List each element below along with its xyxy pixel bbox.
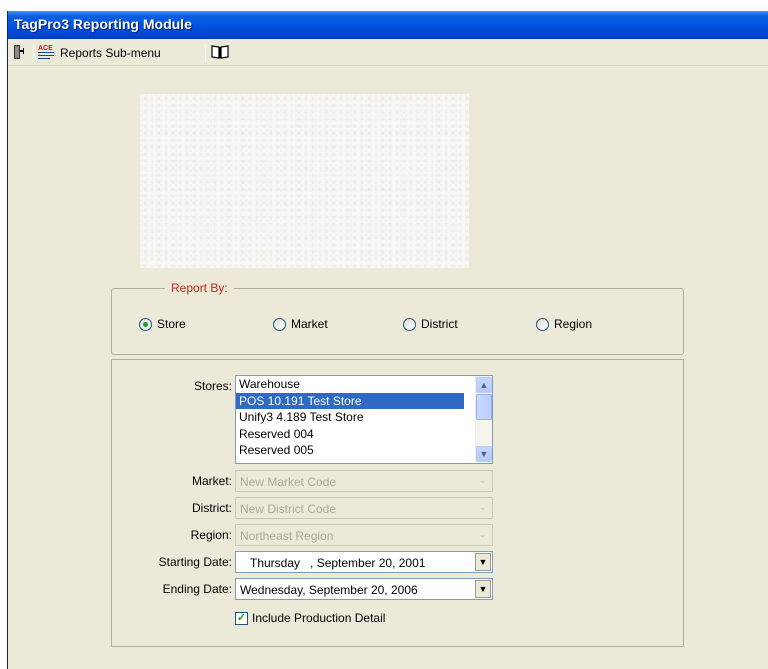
radio-district-label: District — [421, 317, 458, 331]
radio-market-indicator — [273, 317, 286, 331]
toolbar: ACE Reports Sub-menu — [8, 39, 768, 66]
list-item[interactable]: POS 10.191 Test Store — [236, 392, 464, 409]
radio-district-indicator — [403, 317, 416, 331]
report-by-legend: Report By: — [165, 281, 234, 295]
chevron-down-icon[interactable]: ⌄ — [474, 472, 491, 490]
book-icon — [211, 44, 229, 63]
help-book-button[interactable] — [211, 43, 229, 63]
scroll-up-icon[interactable]: ▲ — [476, 377, 492, 393]
exit-door-icon — [12, 44, 28, 63]
starting-date-value[interactable]: Thursday , September 20, 2001 — [250, 556, 425, 570]
list-item[interactable]: Reserved 004 — [236, 426, 464, 443]
exit-button[interactable] — [12, 43, 28, 63]
include-production-detail-checkbox[interactable]: ✓ Include Production Detail — [235, 611, 385, 625]
report-by-group: Report By: Store Market District Region — [111, 281, 684, 355]
ace-report-icon: ACE — [38, 44, 56, 63]
radio-store[interactable]: Store — [139, 317, 186, 331]
scroll-thumb[interactable] — [476, 394, 492, 420]
radio-district[interactable]: District — [403, 317, 458, 331]
stores-listbox[interactable]: Warehouse POS 10.191 Test Store Unify3 4… — [235, 375, 493, 464]
ending-date-picker[interactable]: Wednesday, September 20, 2006 ▼ — [235, 578, 493, 600]
logo-image — [140, 94, 469, 268]
list-item[interactable]: Warehouse — [236, 376, 464, 393]
reports-submenu-label: Reports Sub-menu — [60, 46, 161, 60]
district-select[interactable]: New District Code ⌄ — [235, 497, 493, 519]
radio-store-indicator — [139, 317, 152, 331]
stores-label: Stores: — [193, 379, 232, 393]
chevron-down-icon[interactable]: ⌄ — [474, 526, 491, 544]
starting-date-label: Starting Date: — [158, 555, 232, 569]
title-bar[interactable]: TagPro3 Reporting Module — [8, 11, 768, 39]
ending-date-label: Ending Date: — [162, 582, 232, 596]
svg-text:ACE: ACE — [38, 45, 53, 52]
market-select[interactable]: New Market Code ⌄ — [235, 470, 493, 492]
dropdown-arrow-icon[interactable]: ▼ — [475, 553, 491, 571]
chevron-down-icon[interactable]: ⌄ — [474, 499, 491, 517]
radio-market[interactable]: Market — [273, 317, 328, 331]
district-label: District: — [192, 501, 232, 515]
window-title: TagPro3 Reporting Module — [14, 16, 192, 32]
include-production-detail-label: Include Production Detail — [252, 611, 386, 625]
ending-date-value[interactable]: Wednesday, September 20, 2006 — [240, 583, 418, 597]
radio-region-indicator — [536, 317, 549, 331]
starting-date-picker[interactable]: Thursday , September 20, 2001 ▼ — [235, 551, 493, 573]
region-value: Northeast Region — [240, 529, 334, 543]
market-value: New Market Code — [240, 475, 337, 489]
region-label: Region: — [190, 528, 232, 542]
list-item[interactable]: Reserved 005 — [236, 442, 464, 459]
district-value: New District Code — [240, 502, 337, 516]
reports-submenu-button[interactable]: ACE Reports Sub-menu — [38, 43, 161, 63]
radio-region[interactable]: Region — [536, 317, 592, 331]
reporting-window: TagPro3 Reporting Module ACE Reports Sub… — [7, 11, 768, 669]
list-item[interactable]: Unify3 4.189 Test Store — [236, 409, 464, 426]
stores-scrollbar[interactable]: ▲ ▼ — [475, 376, 492, 463]
region-select[interactable]: Northeast Region ⌄ — [235, 524, 493, 546]
radio-market-label: Market — [291, 317, 328, 331]
radio-store-label: Store — [157, 317, 186, 331]
dropdown-arrow-icon[interactable]: ▼ — [475, 580, 491, 598]
radio-region-label: Region — [554, 317, 593, 331]
checkmark-icon[interactable]: ✓ — [235, 611, 248, 625]
market-label: Market: — [191, 474, 232, 488]
scroll-down-icon[interactable]: ▼ — [476, 446, 492, 462]
